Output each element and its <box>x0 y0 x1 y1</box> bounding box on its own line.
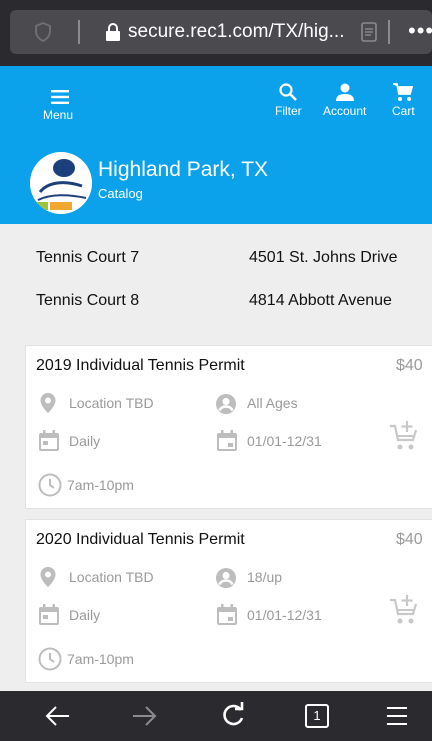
catalog-item-card[interactable]: 2019 Individual Tennis Permit $40 Locati… <box>25 345 432 509</box>
reload-icon[interactable] <box>220 701 246 731</box>
item-location: Location TBD <box>69 569 154 585</box>
account-label: Account <box>323 104 367 118</box>
person-icon <box>216 568 236 588</box>
tennis-logo-icon <box>30 152 92 214</box>
calendar-icon <box>217 604 237 625</box>
more-menu-icon[interactable]: ••• <box>408 18 432 44</box>
item-frequency: Daily <box>69 433 101 449</box>
cart-icon <box>393 83 414 101</box>
menu-button[interactable]: Menu <box>38 86 78 126</box>
item-title[interactable]: 2020 Individual Tennis Permit <box>36 531 245 549</box>
calendar-icon <box>217 430 237 451</box>
reader-view-icon[interactable] <box>360 22 378 42</box>
location-address: 4814 Abbott Avenue <box>249 292 392 309</box>
person-icon <box>216 394 236 414</box>
clock-icon <box>38 647 62 671</box>
hamburger-icon <box>51 90 69 104</box>
shield-icon[interactable] <box>34 22 52 42</box>
cart-label: Cart <box>392 104 415 118</box>
item-price: $40 <box>396 531 423 548</box>
location-pin-icon <box>40 567 56 587</box>
calendar-icon <box>39 430 59 451</box>
location-name: Tennis Court 7 <box>36 249 140 266</box>
item-title[interactable]: 2019 Individual Tennis Permit <box>36 357 245 375</box>
hamburger-icon[interactable] <box>386 701 408 731</box>
item-frequency: Daily <box>69 607 101 623</box>
add-to-cart-icon[interactable] <box>389 594 419 626</box>
app-header: Menu Filter Account Cart Highland Park, … <box>0 66 432 224</box>
account-button[interactable]: Account <box>323 82 366 118</box>
item-time: 7am-10pm <box>67 477 134 493</box>
item-time: 7am-10pm <box>67 651 134 667</box>
url-field[interactable]: secure.rec1.com/TX/hig... ••• <box>10 10 432 54</box>
forward-arrow-icon[interactable] <box>131 701 157 731</box>
url-divider <box>388 20 390 44</box>
tabs-counter-button[interactable]: 1 <box>305 704 329 728</box>
item-location: Location TBD <box>69 395 154 411</box>
org-logo <box>30 152 92 214</box>
menu-label: Menu <box>42 108 74 122</box>
location-address: 4501 St. Johns Drive <box>249 249 398 266</box>
filter-button[interactable]: Filter <box>275 82 302 118</box>
item-price: $40 <box>396 357 423 374</box>
browser-toolbar: 1 <box>0 691 432 741</box>
location-name: Tennis Court 8 <box>36 292 140 309</box>
calendar-icon <box>39 604 59 625</box>
filter-label: Filter <box>275 104 302 118</box>
add-to-cart-icon[interactable] <box>389 420 419 452</box>
location-pin-icon <box>40 393 56 413</box>
org-title: Highland Park, TX <box>98 158 269 181</box>
item-dates: 01/01-12/31 <box>247 433 322 449</box>
org-subtitle: Catalog <box>98 186 143 201</box>
cart-button[interactable]: Cart <box>392 82 415 118</box>
catalog-item-card[interactable]: 2020 Individual Tennis Permit $40 Locati… <box>25 519 432 683</box>
lock-icon <box>106 23 120 41</box>
item-ages: 18/up <box>247 569 283 585</box>
url-divider <box>78 20 80 44</box>
clock-icon <box>38 473 62 497</box>
search-icon <box>279 83 298 101</box>
back-arrow-icon[interactable] <box>45 701 71 731</box>
url-text[interactable]: secure.rec1.com/TX/hig... <box>128 21 344 43</box>
item-ages: All Ages <box>247 395 298 411</box>
item-dates: 01/01-12/31 <box>247 607 322 623</box>
browser-url-bar: secure.rec1.com/TX/hig... ••• <box>0 0 432 66</box>
user-icon <box>335 83 354 101</box>
